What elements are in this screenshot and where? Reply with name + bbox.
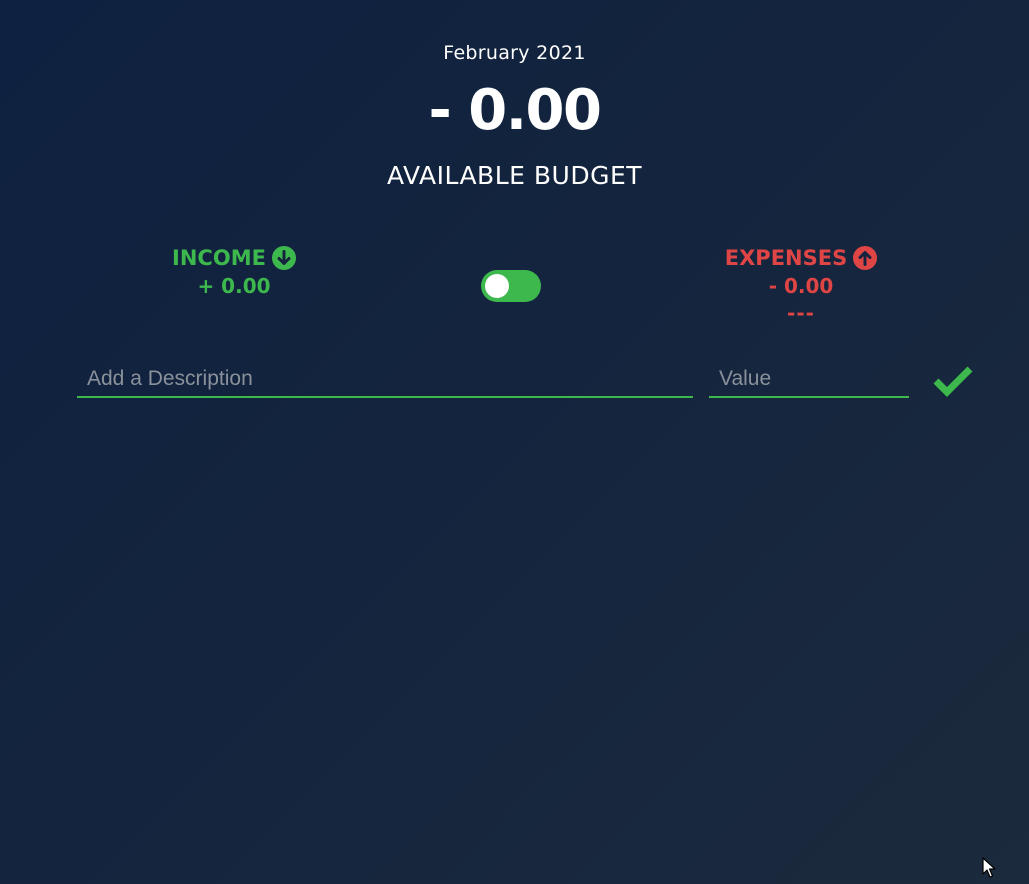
- add-item-button[interactable]: [930, 363, 976, 399]
- available-budget-title: AVAILABLE BUDGET: [386, 161, 643, 190]
- income-summary: INCOME + 0.00: [134, 244, 334, 300]
- checkmark-icon: [933, 366, 973, 397]
- expenses-value: - 0.00: [768, 274, 834, 298]
- available-budget-value: - 0.00: [428, 78, 602, 143]
- budget-month: February 2021: [443, 42, 586, 64]
- arrow-circle-down-icon: [271, 246, 296, 270]
- expenses-title: EXPENSES: [724, 244, 878, 272]
- mouse-cursor-icon: [982, 857, 996, 878]
- description-input[interactable]: [77, 362, 693, 398]
- toggle-knob: [485, 274, 509, 298]
- expenses-percentage: ---: [787, 301, 815, 325]
- income-label: INCOME: [172, 246, 266, 270]
- income-value: + 0.00: [197, 274, 271, 298]
- expenses-label: EXPENSES: [724, 246, 848, 270]
- arrow-circle-up-icon: [853, 246, 878, 270]
- value-input[interactable]: [709, 362, 909, 398]
- expenses-summary: EXPENSES - 0.00 ---: [701, 244, 901, 326]
- income-title: INCOME: [172, 244, 296, 272]
- income-expense-toggle[interactable]: [481, 270, 541, 302]
